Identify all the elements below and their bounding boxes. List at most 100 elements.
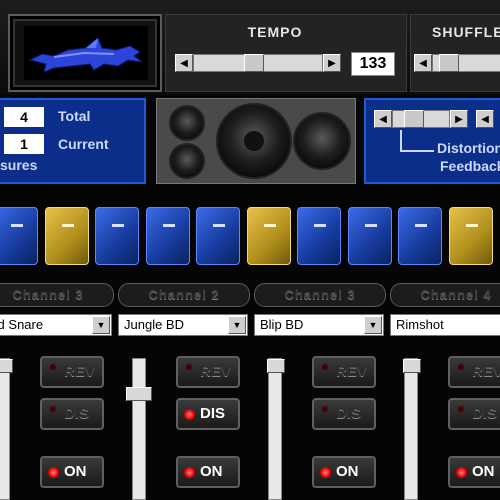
sample-name: Blip BD bbox=[260, 317, 304, 332]
tempo-left-button[interactable]: ◀ bbox=[175, 54, 193, 72]
volume-slider[interactable] bbox=[267, 358, 285, 500]
sample-select[interactable]: Jungle BD ▼ bbox=[118, 314, 248, 336]
pad-indicator bbox=[163, 224, 175, 227]
reverse-button[interactable]: REV bbox=[40, 356, 104, 388]
chevron-down-icon[interactable]: ▼ bbox=[364, 316, 382, 334]
distortion-label: DIS bbox=[336, 405, 362, 422]
shuffle-slider[interactable] bbox=[432, 54, 500, 72]
arrow-right-icon: ▶ bbox=[328, 57, 336, 69]
on-button[interactable]: ON bbox=[40, 456, 104, 488]
volume-slider-thumb[interactable] bbox=[0, 359, 13, 373]
logo-frame bbox=[8, 14, 162, 92]
sample-name: Jungle BD bbox=[124, 317, 184, 332]
arrow-left-icon: ◀ bbox=[379, 113, 387, 125]
hammerhead-shark-logo bbox=[28, 37, 143, 73]
feedback-label: Feedback bbox=[440, 158, 500, 174]
chevron-down-icon[interactable]: ▼ bbox=[92, 316, 110, 334]
pad-indicator bbox=[365, 224, 377, 227]
tempo-value[interactable]: 133 bbox=[351, 52, 395, 76]
speaker-icon bbox=[169, 103, 351, 179]
arrow-left-icon: ◀ bbox=[481, 113, 489, 125]
on-label: ON bbox=[200, 463, 223, 480]
feedback-left-button[interactable]: ◀ bbox=[476, 110, 494, 128]
led-indicator-icon bbox=[320, 467, 331, 478]
distortion-button[interactable]: DIS bbox=[448, 398, 500, 430]
pad-indicator bbox=[213, 224, 225, 227]
pattern-pad[interactable] bbox=[95, 207, 139, 265]
pattern-pad[interactable] bbox=[297, 207, 341, 265]
led-indicator-icon bbox=[186, 364, 192, 370]
on-button[interactable]: ON bbox=[448, 456, 500, 488]
led-indicator-icon bbox=[458, 364, 464, 370]
pattern-pad[interactable] bbox=[247, 207, 291, 265]
reverse-label: REV bbox=[472, 363, 500, 380]
volume-slider[interactable] bbox=[126, 358, 152, 500]
shuffle-left-button[interactable]: ◀ bbox=[414, 54, 432, 72]
pattern-pad[interactable] bbox=[0, 207, 38, 265]
tempo-right-button[interactable]: ▶ bbox=[323, 54, 341, 72]
pad-indicator bbox=[314, 224, 326, 227]
distortion-button[interactable]: DIS bbox=[40, 398, 104, 430]
pattern-pad[interactable] bbox=[348, 207, 392, 265]
reverse-button[interactable]: REV bbox=[448, 356, 500, 388]
connector-line bbox=[400, 150, 434, 152]
distortion-label: DIS bbox=[472, 405, 498, 422]
distortion-left-button[interactable]: ◀ bbox=[374, 110, 392, 128]
pad-indicator bbox=[415, 224, 427, 227]
arrow-left-icon: ◀ bbox=[180, 57, 188, 69]
pattern-pad[interactable] bbox=[398, 207, 442, 265]
led-indicator-icon bbox=[50, 364, 56, 370]
distortion-right-button[interactable]: ▶ bbox=[450, 110, 468, 128]
volume-slider[interactable] bbox=[0, 358, 13, 500]
volume-slider-thumb[interactable] bbox=[267, 359, 285, 373]
led-indicator-icon bbox=[456, 467, 467, 478]
measures-label: sures bbox=[0, 157, 38, 173]
tempo-slider-thumb[interactable] bbox=[244, 54, 264, 72]
reverse-button[interactable]: REV bbox=[312, 356, 376, 388]
pad-indicator bbox=[112, 224, 124, 227]
shuffle-slider-thumb[interactable] bbox=[439, 54, 459, 72]
channel-label[interactable]: Channel 3 bbox=[254, 283, 386, 307]
led-indicator-icon bbox=[322, 406, 328, 412]
volume-slider-thumb[interactable] bbox=[403, 359, 421, 373]
on-button[interactable]: ON bbox=[176, 456, 240, 488]
sample-select[interactable]: Rimshot▼ bbox=[390, 314, 500, 336]
sample-select[interactable]: ard Snare ▼ bbox=[0, 314, 112, 336]
pad-indicator bbox=[62, 224, 74, 227]
pattern-pad[interactable] bbox=[449, 207, 493, 265]
distortion-slider[interactable] bbox=[392, 110, 450, 128]
reverse-button[interactable]: REV bbox=[176, 356, 240, 388]
led-indicator-icon bbox=[322, 364, 328, 370]
pattern-pad[interactable] bbox=[45, 207, 89, 265]
sample-name: ard Snare bbox=[0, 317, 44, 332]
sample-select[interactable]: Blip BD ▼ bbox=[254, 314, 384, 336]
speaker-panel bbox=[156, 98, 356, 184]
led-indicator-icon bbox=[48, 467, 59, 478]
volume-slider[interactable] bbox=[403, 358, 421, 500]
volume-slider-thumb[interactable] bbox=[126, 387, 152, 401]
distortion-label: DIS bbox=[64, 405, 90, 422]
channel-label[interactable]: Channel 2 bbox=[118, 283, 250, 307]
pattern-pad[interactable] bbox=[146, 207, 190, 265]
current-label: Current bbox=[58, 136, 109, 152]
tempo-slider[interactable] bbox=[193, 54, 323, 72]
distortion-label: Distortion bbox=[437, 140, 500, 156]
tempo-label: TEMPO bbox=[247, 24, 303, 40]
chevron-down-icon[interactable]: ▼ bbox=[228, 316, 246, 334]
current-measure-value[interactable]: 1 bbox=[4, 134, 44, 154]
sample-name: Rimshot bbox=[396, 317, 444, 332]
led-indicator-icon bbox=[458, 406, 464, 412]
reverse-label: REV bbox=[64, 363, 95, 380]
pad-indicator bbox=[264, 224, 276, 227]
distortion-button[interactable]: DIS bbox=[176, 398, 240, 430]
led-indicator-icon bbox=[184, 467, 195, 478]
distortion-button[interactable]: DIS bbox=[312, 398, 376, 430]
total-measures-value[interactable]: 4 bbox=[4, 107, 44, 127]
on-label: ON bbox=[64, 463, 87, 480]
distortion-slider-thumb[interactable] bbox=[404, 110, 424, 128]
channel-label[interactable]: Channel 3 bbox=[0, 283, 114, 307]
connector-line bbox=[400, 130, 402, 152]
channel-label[interactable]: Channel 4 bbox=[390, 283, 500, 307]
on-button[interactable]: ON bbox=[312, 456, 376, 488]
pattern-pad[interactable] bbox=[196, 207, 240, 265]
